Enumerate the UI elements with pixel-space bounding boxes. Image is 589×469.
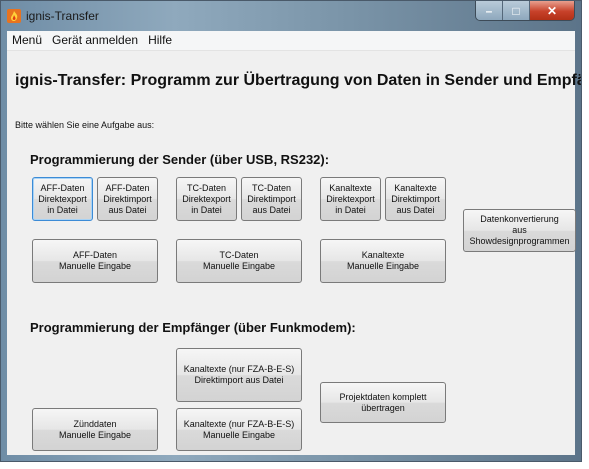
client-area: Menü Gerät anmelden Hilfe ignis-Transfer… [7,31,581,455]
datenkonvertierung-button[interactable]: Datenkonvertierung aus Showdesignprogram… [463,209,576,252]
kanaltexte-fza-import-button[interactable]: Kanaltexte (nur FZA-B-E-S) Direktimport … [176,348,302,402]
maximize-icon: □ [512,3,520,18]
aff-import-button[interactable]: AFF-Daten Direktimport aus Datei [97,177,158,221]
title-bar[interactable]: ignis-Transfer – □ ✕ [1,1,581,31]
kanaltexte-export-button[interactable]: Kanaltexte Direktexport in Datei [320,177,381,221]
window-title: ignis-Transfer [26,9,99,23]
zuenddaten-manual-button[interactable]: Zünddaten Manuelle Eingabe [32,408,158,451]
instruction-text: Bitte wählen Sie eine Aufgabe aus: [15,120,155,130]
menu-item-menue[interactable]: Menü [7,31,47,50]
close-button[interactable]: ✕ [530,1,574,20]
minimize-button[interactable]: – [476,1,503,20]
tc-export-button[interactable]: TC-Daten Direktexport in Datei [176,177,237,221]
sender-section-title: Programmierung der Sender (über USB, RS2… [30,152,330,167]
tc-import-button[interactable]: TC-Daten Direktimport aus Datei [241,177,302,221]
page-title: ignis-Transfer: Programm zur Übertragung… [15,72,582,89]
kanaltexte-fza-manual-button[interactable]: Kanaltexte (nur FZA-B-E-S) Manuelle Eing… [176,408,302,451]
menu-item-geraet-anmelden[interactable]: Gerät anmelden [47,31,143,50]
maximize-button[interactable]: □ [503,1,530,20]
window-controls: – □ ✕ [475,1,575,21]
kanaltexte-manual-button[interactable]: Kanaltexte Manuelle Eingabe [320,239,446,283]
aff-manual-button[interactable]: AFF-Daten Manuelle Eingabe [32,239,158,283]
tc-manual-button[interactable]: TC-Daten Manuelle Eingabe [176,239,302,283]
menu-bar: Menü Gerät anmelden Hilfe [7,31,575,51]
aff-export-button[interactable]: AFF-Daten Direktexport in Datei [32,177,93,221]
projektdaten-button[interactable]: Projektdaten komplett übertragen [320,382,446,423]
receiver-section-title: Programmierung der Empfänger (über Funkm… [30,320,356,335]
kanaltexte-import-button[interactable]: Kanaltexte Direktimport aus Datei [385,177,446,221]
close-icon: ✕ [546,3,558,18]
app-window: ignis-Transfer – □ ✕ Menü Gerät anmelden… [0,0,582,462]
flame-app-icon [7,9,21,23]
menu-item-hilfe[interactable]: Hilfe [143,31,177,50]
minimize-icon: – [485,3,493,18]
